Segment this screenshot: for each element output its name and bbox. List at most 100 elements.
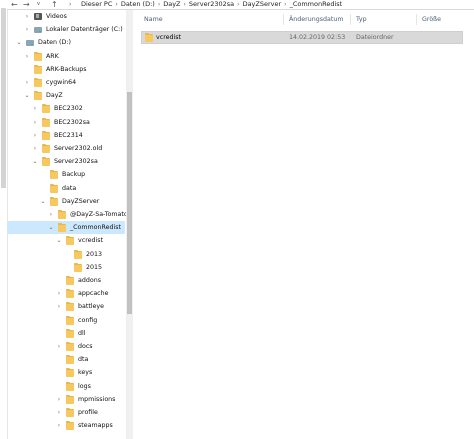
tree-item[interactable]: ⌄ vcredist (7, 234, 125, 247)
column-divider[interactable] (350, 14, 351, 25)
folder-icon (66, 408, 74, 417)
chevron-right-icon[interactable]: › (56, 300, 62, 313)
tree-item-label: Server2302sa (54, 158, 98, 166)
tree-item[interactable]: › ARK (7, 50, 125, 63)
chevron-right-icon[interactable]: › (56, 393, 62, 406)
tree-item-label: ARK (46, 52, 59, 60)
tree-item[interactable]: ⌄ _CommonRedist (7, 221, 125, 235)
folder-icon (66, 302, 74, 312)
tree-item[interactable]: dta (7, 353, 125, 366)
chevron-right-icon[interactable]: › (56, 340, 62, 353)
folder-icon (66, 342, 74, 351)
chevron-down-icon[interactable]: v (37, 0, 40, 9)
file-list[interactable]: Name Änderungsdatum Typ Größe vcredist 1… (133, 10, 474, 439)
file-row[interactable]: vcredist 14.02.2019 02:53 Dateiordner (141, 31, 463, 44)
breadcrumb-separator-icon[interactable]: › (158, 0, 160, 9)
tree-item[interactable]: › Lokaler Datenträger (C:) (7, 23, 125, 36)
folder-icon (66, 315, 74, 325)
chevron-right-icon[interactable]: › (32, 116, 38, 129)
column-header-size[interactable]: Größe (422, 14, 441, 25)
chevron-right-icon[interactable]: › (24, 10, 30, 23)
breadcrumb-separator-icon[interactable]: › (115, 0, 117, 9)
tree-item[interactable]: addons (7, 274, 125, 287)
chevron-down-icon[interactable]: ⌄ (32, 155, 38, 168)
arrow-up-icon[interactable]: ↑ (51, 0, 58, 9)
tree-item-label: battleye (78, 303, 105, 311)
tree-item[interactable]: ⌄ DayZ (7, 89, 125, 102)
chevron-right-icon[interactable]: › (56, 406, 62, 419)
tree-item[interactable]: › mpmissions (7, 393, 125, 406)
left-edge-scroll-thumb[interactable] (1, 8, 6, 188)
column-header-date[interactable]: Änderungsdatum (289, 14, 343, 25)
nav-scroll-thumb[interactable] (127, 92, 132, 314)
chevron-right-icon[interactable]: › (32, 142, 38, 155)
tree-item[interactable]: › BEC2302 (7, 102, 125, 115)
chevron-right-icon[interactable]: › (56, 287, 62, 300)
navigation-pane[interactable]: › Videos › Lokaler Datenträger (C:) ⌄ Daten (… (7, 10, 133, 439)
tree-item[interactable]: Backup (7, 168, 125, 181)
tree-item[interactable]: data (7, 182, 125, 195)
folder-icon (74, 262, 82, 272)
tree-item[interactable]: logs (7, 380, 125, 393)
tree-item[interactable]: › Videos (7, 10, 125, 23)
column-divider[interactable] (416, 14, 417, 25)
chevron-down-icon[interactable]: ⌄ (56, 234, 62, 247)
tree-item[interactable]: 2013 (7, 248, 125, 261)
chevron-right-icon[interactable]: › (48, 208, 54, 221)
file-date: 14.02.2019 02:53 (289, 34, 346, 41)
breadcrumb[interactable]: Dieser PC › Daten (D:) › DayZ › Server2302sa › D… (81, 0, 342, 9)
tree-item-label: @DayZ-Sa-Tomato (70, 211, 128, 218)
tree-item[interactable]: config (7, 314, 125, 327)
tree-item[interactable]: › @DayZ-Sa-Tomato (7, 208, 128, 221)
tree-item[interactable]: keys (7, 366, 125, 379)
column-header-type[interactable]: Typ (356, 14, 367, 25)
breadcrumb-item[interactable]: _CommonRedist (290, 0, 343, 9)
tree-item[interactable]: › docs (7, 340, 125, 353)
breadcrumb-item[interactable]: DayZServer (243, 0, 282, 9)
folder-icon (34, 51, 42, 61)
tree-item[interactable]: › steamapps (7, 419, 125, 432)
breadcrumb-item[interactable]: Server2302sa (189, 0, 234, 9)
tree-item-label: addons (78, 277, 101, 284)
tree-item-label: steamapps (78, 422, 113, 430)
address-bar: ← → v ↑ › Dieser PC › Daten (D:) › DayZ › Serv… (7, 0, 474, 10)
breadcrumb-item[interactable]: Dieser PC (81, 0, 112, 9)
tree-item[interactable]: ⌄ Server2302sa (7, 155, 125, 168)
tree-item[interactable]: 2015 (7, 261, 125, 274)
nav-scrollbar[interactable] (126, 10, 133, 439)
tree-item[interactable]: ⌄ Daten (D:) (7, 36, 125, 49)
tree-item[interactable]: › BEC2302sa (7, 116, 125, 129)
tree-item[interactable]: › BEC2314 (7, 129, 125, 142)
chevron-down-icon[interactable]: ⌄ (40, 195, 46, 208)
chevron-right-icon[interactable]: › (24, 76, 30, 89)
tree-item[interactable]: › Server2302.old (7, 142, 125, 155)
folder-icon (66, 355, 74, 365)
tree-item[interactable]: dll (7, 327, 125, 340)
tree-item[interactable]: › cygwin64 (7, 76, 125, 89)
tree-item-label: Daten (D:) (38, 39, 71, 47)
chevron-down-icon[interactable]: ⌄ (16, 36, 22, 49)
breadcrumb-separator-icon[interactable]: › (237, 0, 239, 9)
tree-item[interactable]: › battleye (7, 300, 125, 313)
chevron-right-icon[interactable]: › (24, 23, 30, 36)
chevron-right-icon[interactable]: › (32, 129, 38, 142)
chevron-right-icon[interactable]: › (24, 50, 30, 63)
column-divider[interactable] (283, 14, 284, 25)
tree-item-label: config (78, 316, 98, 324)
folder-icon (145, 33, 153, 42)
tree-item[interactable]: ARK-Backups (7, 63, 125, 76)
chevron-right-icon[interactable]: › (32, 102, 38, 115)
tree-item[interactable]: › appcache (7, 287, 125, 300)
breadcrumb-separator-icon[interactable]: › (184, 0, 186, 9)
column-header-name[interactable]: Name (144, 14, 163, 25)
tree-item[interactable]: ⌄ DayZServer (7, 195, 125, 208)
chevron-down-icon[interactable]: ⌄ (24, 89, 30, 102)
chevron-down-icon[interactable]: ⌄ (48, 221, 54, 234)
breadcrumb-item[interactable]: Daten (D:) (121, 0, 155, 9)
chevron-right-icon[interactable]: › (56, 419, 62, 432)
breadcrumb-separator-icon[interactable]: › (284, 0, 286, 9)
tree-item[interactable]: › profile (7, 406, 125, 419)
arrow-left-icon[interactable]: ← (11, 0, 18, 9)
arrow-right-icon[interactable]: → (23, 0, 30, 9)
breadcrumb-item[interactable]: DayZ (163, 0, 180, 9)
